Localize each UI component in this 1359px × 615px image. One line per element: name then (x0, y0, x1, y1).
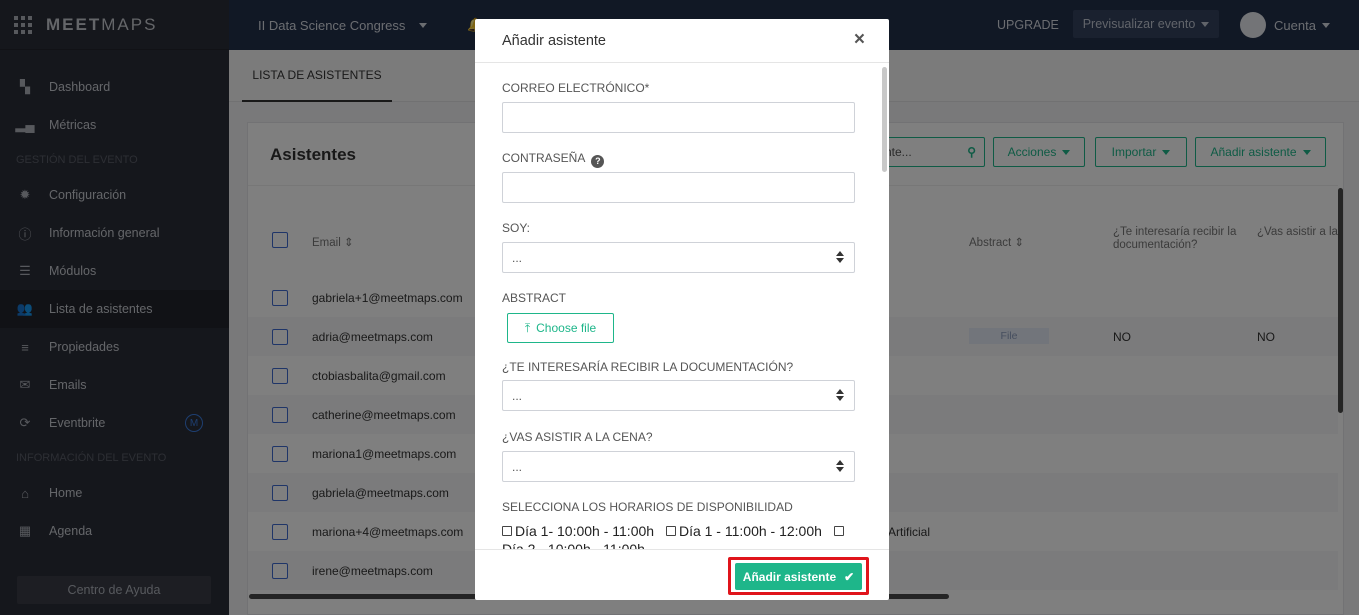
submit-label: Añadir asistente (742, 569, 837, 584)
dinner-label: ¿VAS ASISTIR A LA CENA? (502, 430, 653, 444)
schedule-option-label: Día 2 - 10:00h - 11:00h (502, 541, 645, 549)
password-label: CONTRASEÑA? (502, 151, 605, 168)
question-circle-icon[interactable]: ? (591, 154, 605, 168)
select-arrows-icon (836, 389, 844, 401)
check-icon: ✔ (844, 569, 855, 584)
abstract-label: ABSTRACT (502, 291, 567, 305)
choose-file-label: Choose file (536, 321, 597, 335)
schedule-option-label: Día 1 - 11:00h - 12:00h (678, 523, 822, 539)
schedule-checkbox[interactable] (833, 526, 844, 536)
soy-label: SOY: (502, 221, 531, 235)
email-label: CORREO ELECTRÓNICO* (502, 81, 650, 95)
upload-icon: ⤒ (524, 320, 531, 335)
select-arrows-icon (836, 251, 844, 263)
modal-title: Añadir asistente (502, 32, 606, 49)
modal-footer: Añadir asistente ✔ (475, 549, 889, 600)
select-value: ... (512, 459, 523, 474)
documentation-label: ¿TE INTERESARÍA RECIBIR LA DOCUMENTACIÓN… (502, 360, 794, 374)
close-icon[interactable]: × (854, 30, 865, 50)
select-value: ... (512, 388, 523, 403)
schedule-option-label: Día 1- 10:00h - 11:00h (515, 523, 655, 539)
select-value: ... (512, 250, 523, 265)
schedule-options: Día 1- 10:00h - 11:00h Día 1 - 11:00h - … (502, 522, 852, 549)
add-attendee-modal: Añadir asistente × CORREO ELECTRÓNICO* C… (475, 19, 889, 600)
modal-body: CORREO ELECTRÓNICO* CONTRASEÑA? SOY: ...… (475, 63, 889, 549)
modal-scrollbar[interactable] (882, 67, 887, 172)
submit-add-attendee-button[interactable]: Añadir asistente ✔ (735, 563, 862, 590)
soy-select[interactable]: ... (502, 242, 855, 273)
schedule-label: SELECCIONA LOS HORARIOS DE DISPONIBILIDA… (502, 500, 793, 514)
email-field[interactable] (502, 102, 855, 133)
choose-file-button[interactable]: ⤒ Choose file (507, 313, 614, 343)
password-label-text: CONTRASEÑA (502, 151, 586, 165)
password-field[interactable] (502, 172, 855, 203)
dinner-select[interactable]: ... (502, 451, 855, 482)
modal-header: Añadir asistente × (475, 19, 889, 63)
select-arrows-icon (836, 460, 844, 472)
schedule-checkbox[interactable] (665, 526, 676, 536)
documentation-select[interactable]: ... (502, 380, 855, 411)
schedule-checkbox[interactable] (502, 526, 512, 536)
